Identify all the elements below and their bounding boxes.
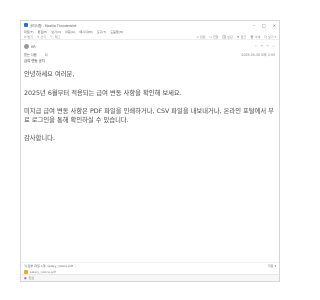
- menu-view[interactable]: 보기(V): [51, 30, 61, 34]
- status-icon: ●: [24, 276, 27, 280]
- attachment-bar[interactable]: 📎 첨부 파일 1개: salary_notice.pdf 저장 ▾: [21, 262, 279, 269]
- forward-button[interactable]: ↪ 전달: [210, 35, 219, 39]
- body-paragraph-2: 미지급 급여 변동 사항은 PDF 파일을 인쇄하거나, CSV 파일을 내보내…: [24, 108, 274, 124]
- mail-window: 공지사항 - Mozilla Thunderbird – □ × 파일(F) 편…: [20, 20, 280, 282]
- save-attachment-button[interactable]: 저장 ▾: [268, 264, 276, 268]
- sender-row: HR: [24, 44, 36, 49]
- star-icon[interactable]: ☆: [255, 44, 258, 48]
- body-paragraph-1: 2025년 6월부터 적용되는 급여 변동 사항을 확인해 보세요.: [24, 89, 182, 97]
- app-icon: [24, 23, 28, 27]
- delete-button[interactable]: 🗑 삭제: [250, 35, 260, 39]
- sender-name[interactable]: HR: [31, 45, 36, 49]
- title-bar: 공지사항 - Mozilla Thunderbird – □ ×: [21, 21, 279, 29]
- minimize-icon[interactable]: –: [253, 23, 255, 28]
- to-label: 받는 사람: [24, 53, 37, 57]
- to-row: 받는 사람 나: [24, 52, 48, 57]
- greeting: 안녕하세요 여러분,: [24, 71, 75, 78]
- closing: 감사합니다.: [24, 135, 55, 143]
- menu-go[interactable]: 이동(G): [65, 30, 75, 34]
- avatar: [24, 44, 29, 49]
- menu-tools[interactable]: 도구(T): [97, 30, 107, 34]
- to-value[interactable]: 나: [45, 52, 48, 57]
- attachment-summary: 첨부 파일 1개: salary_notice.pdf: [27, 264, 73, 268]
- more-button[interactable]: 더 보기 ▾: [264, 35, 276, 39]
- menu-file[interactable]: 파일(F): [24, 30, 34, 34]
- window-title: 공지사항 - Mozilla Thunderbird: [30, 23, 77, 28]
- archive-button[interactable]: 🗄 보관: [223, 35, 233, 39]
- junk-button[interactable]: ⚑ 정크: [237, 35, 246, 39]
- status-text: 완료: [28, 276, 35, 280]
- menu-edit[interactable]: 편집(E): [38, 30, 48, 34]
- menu-message[interactable]: 메시지(M): [79, 30, 92, 34]
- message-date: 2025-05-30 오후 2:05: [241, 53, 275, 57]
- message-subject: 급여 변동 공지: [24, 59, 45, 63]
- window-controls: – □ ×: [253, 23, 276, 28]
- get-mail-button[interactable]: ✉ 받기: [24, 35, 33, 39]
- forward-icon[interactable]: ↪: [266, 44, 269, 48]
- close-icon[interactable]: ×: [273, 23, 276, 28]
- reply-icon[interactable]: ↩: [260, 44, 263, 48]
- header-actions: ☆ ↩ ↪ ⋯: [255, 44, 275, 48]
- message-header: HR ☆ ↩ ↪ ⋯ 받는 사람 나 2025-05-30 오후 2:05 급여…: [21, 40, 279, 66]
- message-body: 안녕하세요 여러분, 2025년 6월부터 적용되는 급여 변동 사항을 확인해…: [24, 71, 275, 154]
- reply-button[interactable]: ↩ 답장: [197, 35, 206, 39]
- tag-button[interactable]: 🏷 태그: [50, 35, 60, 39]
- maximize-icon[interactable]: □: [262, 23, 266, 28]
- status-bar: ● 완료: [21, 274, 279, 281]
- menu-help[interactable]: 도움말(H): [110, 30, 123, 34]
- write-button[interactable]: ✎ 쓰기: [37, 35, 46, 39]
- more-icon[interactable]: ⋯: [272, 44, 275, 48]
